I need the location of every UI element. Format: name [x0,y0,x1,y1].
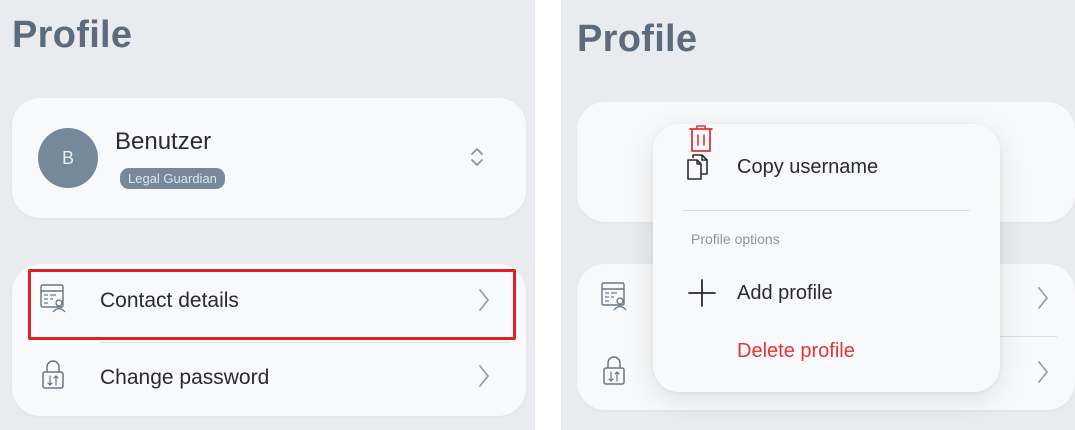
trash-icon [689,125,713,152]
chevron-up-down-icon[interactable] [470,146,484,168]
add-profile-label: Add profile [737,282,833,304]
avatar: B [38,128,98,188]
right-panel: Profile Copy username Profile options Ad… [561,0,1075,430]
user-name: Benutzer [115,128,212,155]
plus-icon [688,279,716,307]
chevron-right-icon [1038,361,1048,383]
page-title: Profile [577,18,698,60]
highlight-box [28,269,516,340]
role-badge: Legal Guardian [120,168,225,189]
profile-selector-card[interactable]: B Benutzer Legal Guardian [12,98,526,218]
copy-icon [687,154,708,180]
chevron-right-icon [1038,287,1048,309]
left-panel: Profile B Benutzer Legal Guardian Contac… [0,0,535,430]
contact-card-icon [601,282,627,311]
context-menu: Copy username Profile options Add profil… [653,124,1000,392]
copy-username-label: Copy username [737,156,879,178]
divider [100,342,510,343]
section-header: Profile options [691,231,780,247]
divider [683,210,970,211]
page-title: Profile [12,14,133,56]
lock-icon [603,356,625,385]
delete-profile-label: Delete profile [737,340,855,362]
chevron-right-icon [479,365,489,387]
change-password-label: Change password [100,366,270,389]
lock-icon [42,360,64,389]
